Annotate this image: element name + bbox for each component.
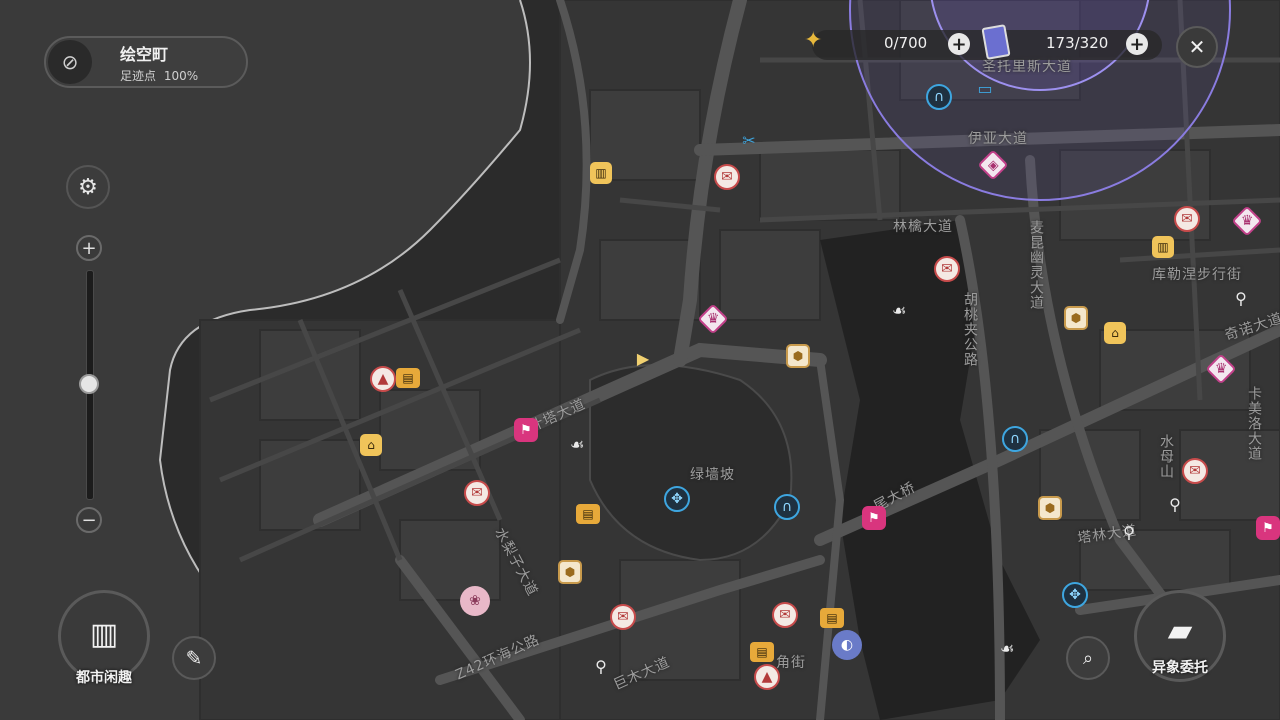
settings-gear-button[interactable]: ⚙: [66, 165, 110, 209]
crate-marker[interactable]: ⬢: [558, 560, 582, 584]
building-marker[interactable]: ▥: [590, 162, 612, 184]
compass-icon[interactable]: ⊘: [48, 40, 92, 84]
minus-icon: −: [81, 509, 97, 531]
ticket-marker[interactable]: ▤: [750, 642, 774, 662]
location-name: 绘空町: [120, 44, 169, 64]
pin-marker[interactable]: ⚲: [1228, 286, 1254, 312]
search-icon: ⌕: [1082, 647, 1094, 669]
ticket-marker[interactable]: ▤: [576, 504, 600, 524]
map-label-kamei: 卡美洛大道: [1246, 386, 1262, 461]
compass-marker[interactable]: ✥: [1062, 582, 1088, 608]
repair-marker[interactable]: ✂: [736, 128, 762, 154]
cat-marker[interactable]: ☙: [564, 432, 590, 458]
resource-first-value: 0/700: [884, 34, 928, 52]
planet-marker[interactable]: ◐: [832, 630, 862, 660]
cat-marker[interactable]: ☙: [994, 636, 1020, 662]
map-label-kulenie: 库勒涅步行街: [1152, 267, 1242, 283]
zoom-in-button[interactable]: +: [76, 235, 102, 261]
house-marker[interactable]: ⌂: [1104, 322, 1126, 344]
city-fun-button[interactable]: ▥ 都市闲趣: [58, 590, 150, 686]
city-fun-label: 都市闲趣: [76, 670, 132, 686]
rocket-marker[interactable]: ▲: [754, 664, 780, 690]
map-label-jiao-jie: 角街: [776, 655, 806, 671]
ticket-marker[interactable]: ▤: [396, 368, 420, 388]
shop-marker[interactable]: ✉: [1174, 206, 1200, 232]
map-search-button[interactable]: ⌕: [1066, 636, 1110, 680]
shop-marker[interactable]: ✉: [1182, 458, 1208, 484]
gear-icon: ⚙: [78, 174, 98, 200]
footprint-value: 100%: [163, 68, 199, 83]
building-marker[interactable]: ▥: [1152, 236, 1174, 258]
crate-marker[interactable]: ⬢: [786, 344, 810, 368]
card-icon: [981, 24, 1011, 60]
race-flag-marker[interactable]: ⚑: [514, 418, 538, 442]
notepad-icon: ✎: [185, 646, 203, 670]
footprint-label: 足迹点: [120, 68, 157, 83]
close-icon: ✕: [1188, 35, 1206, 59]
folder-icon: ▰: [1167, 611, 1193, 649]
crate-marker[interactable]: ⬢: [1038, 496, 1062, 520]
pin-marker[interactable]: ⚲: [588, 654, 614, 680]
anomaly-commission-button[interactable]: ▰ 异象委托: [1134, 590, 1226, 682]
bus-marker[interactable]: ▭: [972, 76, 998, 102]
location-panel: ⊘ 绘空町 足迹点 100%: [44, 36, 248, 88]
shop-marker[interactable]: ✉: [934, 256, 960, 282]
add-second-resource-button[interactable]: +: [1126, 33, 1148, 55]
player-arrow-icon: ▶: [636, 349, 650, 368]
character-avatar-marker[interactable]: ❀: [460, 586, 490, 616]
footprint-row: 足迹点 100%: [120, 67, 198, 84]
shop-marker[interactable]: ✉: [610, 604, 636, 630]
map-label-shuimu: 水母山: [1158, 434, 1174, 479]
zoom-out-button[interactable]: −: [76, 507, 102, 533]
zoom-slider-thumb[interactable]: [79, 374, 99, 394]
energy-orb-icon: ✦: [804, 28, 823, 53]
notes-button[interactable]: ✎: [172, 636, 216, 680]
race-flag-marker[interactable]: ⚑: [862, 506, 886, 530]
portal-marker[interactable]: ∩: [926, 84, 952, 110]
plus-icon: +: [81, 237, 97, 259]
close-button[interactable]: ✕: [1176, 26, 1218, 68]
map-label-lvqiang: 绿墙坡: [690, 467, 735, 483]
race-flag-marker[interactable]: ⚑: [1256, 516, 1280, 540]
compass-marker[interactable]: ✥: [664, 486, 690, 512]
map-label-linqin: 林檎大道: [893, 219, 953, 235]
ticket-marker[interactable]: ▤: [820, 608, 844, 628]
add-first-resource-button[interactable]: +: [948, 33, 970, 55]
anomaly-commission-label: 异象委托: [1152, 660, 1208, 676]
city-buildings-icon: ▥: [89, 616, 119, 652]
portal-marker[interactable]: ∩: [1002, 426, 1028, 452]
resource-second-value: 173/320: [1046, 34, 1109, 52]
resource-bar: ✦ 0/700 + 173/320 +: [804, 24, 1162, 60]
cat-marker[interactable]: ☙: [886, 298, 912, 324]
map-label-hutao: 胡桃夹公路: [962, 292, 978, 367]
map-label-yiya: 伊亚大道: [968, 131, 1028, 147]
shop-marker[interactable]: ✉: [714, 164, 740, 190]
rocket-marker[interactable]: ▲: [370, 366, 396, 392]
house-marker[interactable]: ⌂: [360, 434, 382, 456]
pin-marker[interactable]: ⚲: [1162, 492, 1188, 518]
map-label-maikun: 麦昆幽灵大道: [1028, 220, 1044, 310]
bottom-strip: [0, 700, 160, 720]
shop-marker[interactable]: ✉: [464, 480, 490, 506]
pin-marker[interactable]: ⚲: [1116, 520, 1142, 546]
shop-marker[interactable]: ✉: [772, 602, 798, 628]
portal-marker[interactable]: ∩: [774, 494, 800, 520]
crate-marker[interactable]: ⬢: [1064, 306, 1088, 330]
